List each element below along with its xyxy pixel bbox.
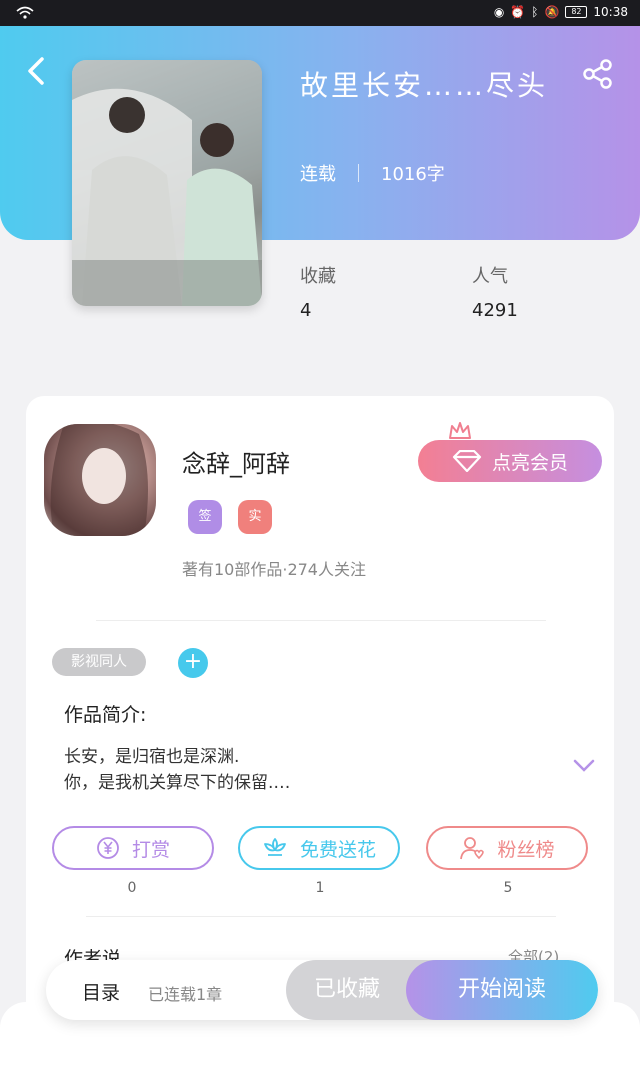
eye-icon: ◉ bbox=[493, 5, 505, 19]
tip-count: 0 bbox=[127, 880, 137, 896]
tip-label: 打赏 bbox=[131, 838, 170, 861]
chevron-left-icon bbox=[28, 57, 44, 85]
favorites-label: 收藏 bbox=[300, 266, 336, 287]
flower-icon bbox=[264, 838, 286, 856]
back-button[interactable] bbox=[24, 56, 48, 86]
author-name[interactable]: 念辞_阿辞 bbox=[182, 444, 290, 479]
share-icon bbox=[583, 59, 612, 89]
divider bbox=[96, 620, 546, 621]
add-tag-button[interactable]: + bbox=[178, 648, 208, 678]
fans-rank-label: 粉丝榜 bbox=[497, 838, 555, 861]
wifi-icon bbox=[16, 6, 34, 23]
battery-icon: 82 bbox=[565, 6, 588, 18]
signed-badge: 签 bbox=[188, 500, 222, 534]
divider bbox=[86, 916, 556, 917]
flower-count: 1 bbox=[315, 880, 325, 896]
intro-text: 长安，是归宿也是深渊. 你，是我机关算尽下的保留.… bbox=[64, 747, 291, 793]
vip-button-label: 点亮会员 bbox=[491, 451, 568, 474]
avatar[interactable] bbox=[44, 424, 156, 536]
popularity-label: 人气 bbox=[472, 266, 508, 287]
fans-rank-button[interactable]: 粉丝榜 bbox=[426, 826, 588, 870]
book-title: 故里长安……尽头 bbox=[300, 69, 549, 102]
send-flower-label: 免费送花 bbox=[299, 838, 376, 861]
favorites-count: 4 bbox=[300, 300, 312, 321]
share-button[interactable] bbox=[582, 58, 614, 90]
alarm-icon: ⏰ bbox=[510, 5, 526, 19]
author-works-info: 著有10部作品·274人关注 bbox=[182, 560, 366, 579]
chapter-status: 已连载1章 bbox=[148, 985, 223, 1004]
category-chip[interactable]: 影视同人 bbox=[52, 648, 146, 676]
mute-icon: 🔕 bbox=[544, 5, 560, 19]
meta-divider bbox=[358, 164, 359, 182]
status-bar: ◉ ⏰ ᛒ 🔕 82 10:38 bbox=[0, 0, 640, 26]
toc-button[interactable]: 目录 bbox=[82, 978, 120, 1005]
serial-status: 连载 bbox=[300, 164, 336, 185]
book-detail-page: ◉ ⏰ ᛒ 🔕 82 10:38 故里长安……尽头 连载 1016字 收藏 4 … bbox=[0, 0, 640, 1066]
popularity-count: 4291 bbox=[472, 300, 518, 321]
chevron-down-icon bbox=[573, 759, 595, 772]
word-count: 1016字 bbox=[381, 164, 445, 185]
intro-title: 作品简介: bbox=[64, 704, 147, 726]
vip-button[interactable]: 点亮会员 bbox=[418, 440, 602, 482]
bluetooth-icon: ᛒ bbox=[531, 5, 539, 19]
diamond-icon bbox=[452, 450, 482, 472]
book-meta: 连载 1016字 bbox=[300, 160, 445, 186]
tip-button[interactable]: 打赏 bbox=[52, 826, 214, 870]
send-flower-button[interactable]: 免费送花 bbox=[238, 826, 400, 870]
expand-button[interactable] bbox=[572, 758, 596, 774]
fans-count: 5 bbox=[503, 880, 513, 896]
start-reading-button[interactable]: 开始阅读 bbox=[406, 960, 598, 1020]
crown-icon bbox=[448, 420, 472, 442]
bottom-action-bar: 目录 已连载1章 已收藏 开始阅读 bbox=[46, 960, 598, 1020]
yen-icon bbox=[97, 837, 119, 859]
book-cover[interactable] bbox=[72, 60, 262, 306]
clock: 10:38 bbox=[593, 5, 628, 19]
fans-icon bbox=[460, 837, 485, 860]
verified-badge: 实 bbox=[238, 500, 272, 534]
